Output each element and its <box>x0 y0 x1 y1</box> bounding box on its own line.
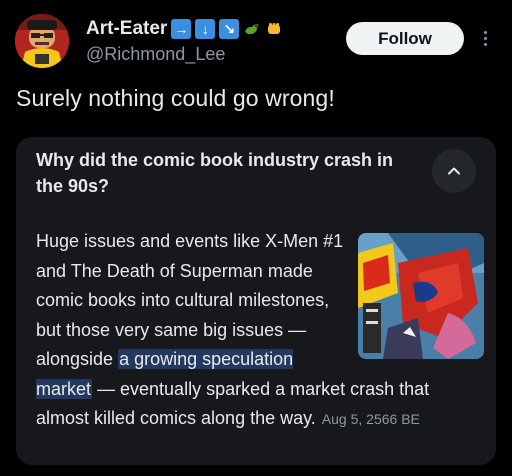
fist-emoji-icon <box>265 20 283 38</box>
card-title: Why did the comic book industry crash in… <box>36 150 394 196</box>
comic-cover-thumbnail[interactable] <box>358 233 484 359</box>
user-handle[interactable]: @Richmond_Lee <box>86 44 225 65</box>
arrow-down-right-emoji-icon: ↘ <box>219 19 240 39</box>
arrow-down-emoji-icon: ↓ <box>195 19 216 39</box>
display-name[interactable]: Art-Eater <box>86 18 167 40</box>
chevron-up-icon[interactable] <box>432 149 476 193</box>
card-body: Huge issues and events like X-Men #1 and… <box>36 227 484 435</box>
context-card: Why did the comic book industry crash in… <box>16 137 496 465</box>
dragon-emoji-icon <box>243 20 261 38</box>
author-name-row[interactable]: Art-Eater → ↓ ↘ <box>86 17 283 41</box>
card-date: Aug 5, 2566 BE <box>321 411 420 427</box>
avatar[interactable] <box>15 14 69 68</box>
arrow-right-emoji-icon: → <box>171 19 192 39</box>
follow-button[interactable]: Follow <box>346 22 464 55</box>
more-vertical-icon[interactable] <box>478 26 492 50</box>
tweet-text: Surely nothing could go wrong! <box>16 85 335 111</box>
